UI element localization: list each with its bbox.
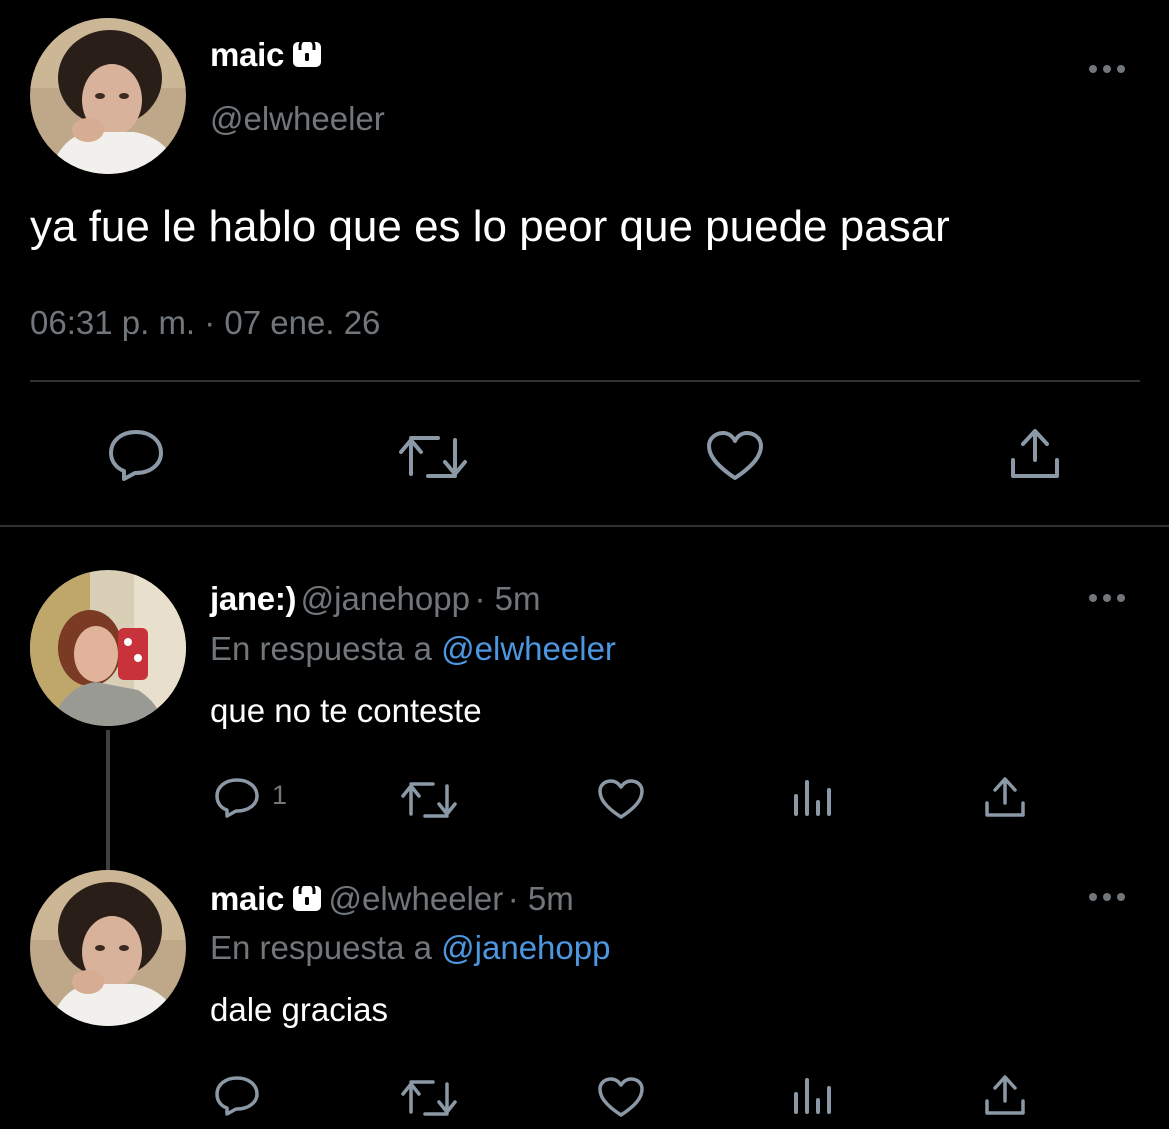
replying-to-label: En respuesta a [210,630,432,667]
display-name: maic [210,36,285,73]
replying-to-link[interactable]: @elwheeler [441,630,616,667]
more-options-icon[interactable] [1088,890,1126,909]
retweet-icon[interactable] [398,432,468,480]
reply-icon[interactable] [214,777,260,819]
main-tweet-text: ya fue le hablo que es lo peor que puede… [30,202,950,251]
main-tweet-author[interactable]: maic [210,36,324,76]
main-tweet-timestamp[interactable]: 06:31 p. m. · 07 ene. 26 [30,304,380,342]
display-name[interactable]: jane:) [210,580,297,617]
section-divider [0,525,1169,527]
handle[interactable]: @janehopp [301,580,470,617]
display-name[interactable]: maic [210,880,284,917]
handle[interactable]: @elwheeler [328,880,503,917]
retweet-icon[interactable] [400,780,458,818]
reply-avatar[interactable] [30,870,186,1026]
retweet-icon[interactable] [400,1078,458,1116]
reply-count: 1 [272,780,288,810]
reply-text: dale gracias [210,991,388,1028]
analytics-icon[interactable] [792,778,834,818]
more-options-icon[interactable] [1088,591,1126,610]
divider [30,380,1140,382]
main-tweet-avatar[interactable] [30,18,186,174]
reply-header: maic @elwheeler · 5m [210,880,574,919]
like-icon[interactable] [597,778,645,820]
reply-text: que no te conteste [210,692,482,729]
replying-to: En respuesta a @elwheeler [210,630,616,668]
lock-icon [290,880,324,919]
reply-icon[interactable] [107,428,165,482]
more-options-icon[interactable] [1088,62,1126,81]
share-icon[interactable] [1009,426,1061,480]
thread-line [106,730,110,870]
replying-to-label: En respuesta a [210,929,432,966]
like-icon[interactable] [597,1076,645,1118]
reply-avatar[interactable] [30,570,186,726]
share-icon[interactable] [984,1073,1026,1117]
reply-icon[interactable] [214,1075,260,1117]
share-icon[interactable] [984,775,1026,819]
replying-to-link[interactable]: @janehopp [441,929,610,966]
post-time[interactable]: · 5m [508,880,574,917]
replying-to: En respuesta a @janehopp [210,929,610,967]
analytics-icon[interactable] [792,1076,834,1116]
like-icon[interactable] [706,430,764,482]
main-tweet-handle[interactable]: @elwheeler [210,100,385,138]
reply-header: jane:) @janehopp · 5m [210,580,540,618]
tweet-detail-page: maic @elwheeler ya fue le hablo que es l… [0,0,1169,1129]
post-time[interactable]: · 5m [474,580,540,617]
lock-icon [290,36,324,75]
